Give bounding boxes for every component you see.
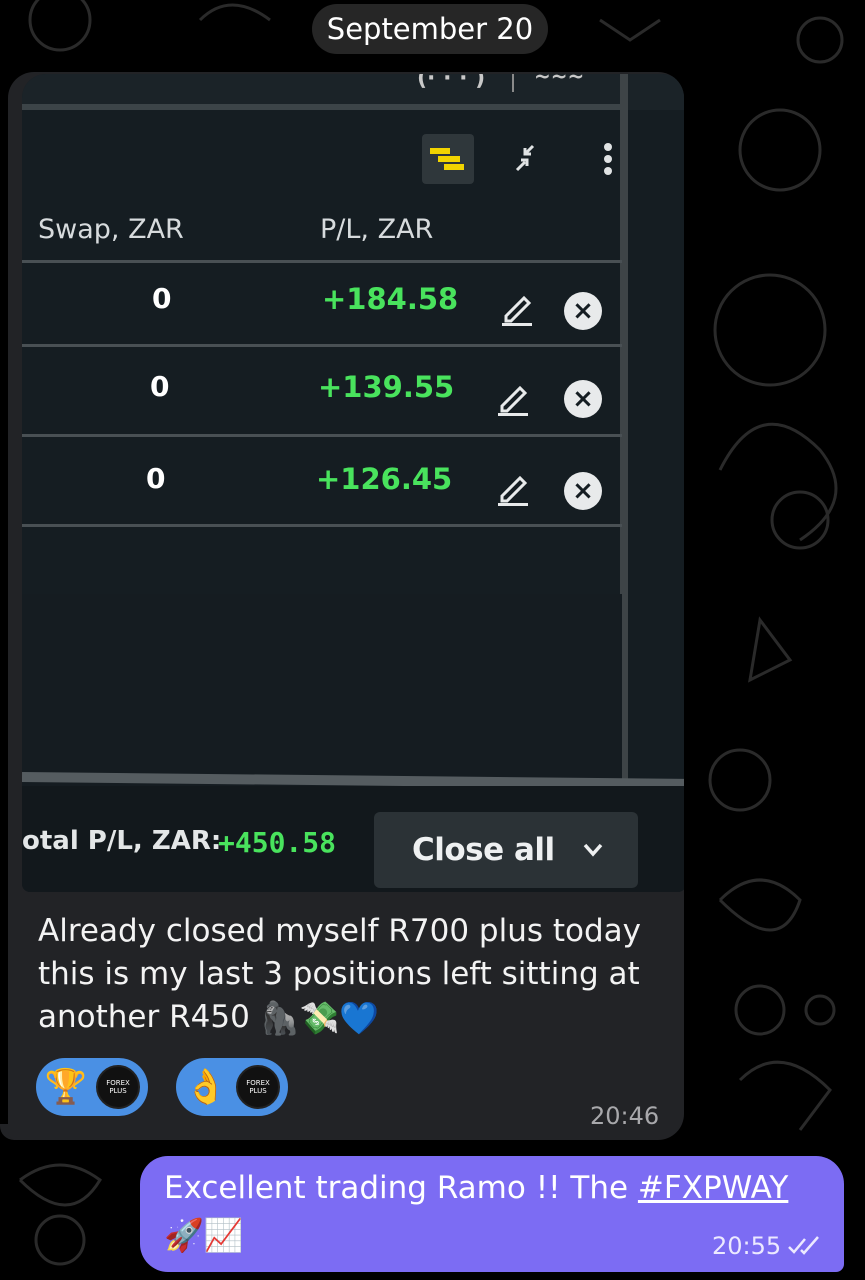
position-pl: +139.55 — [318, 370, 455, 404]
date-separator: September 20 — [312, 4, 548, 54]
column-header-swap: Swap, ZAR — [38, 214, 184, 245]
outgoing-message-text: Excellent trading Ramo !! The #FXPWAY — [164, 1170, 788, 1206]
position-swap: 0 — [152, 282, 172, 315]
money-wings-emoji: 💸 — [299, 999, 340, 1037]
chevron-down-icon — [583, 843, 602, 857]
reaction-ok-hand[interactable]: 👌 FOREX PLUS — [176, 1058, 288, 1116]
double-check-icon — [788, 1236, 820, 1255]
collapse-arrows-icon[interactable] — [502, 134, 554, 184]
message-emojis: 🦍 💸 💙 — [260, 997, 380, 1040]
message-time: 20:55 — [712, 1232, 782, 1260]
row-divider — [22, 260, 622, 263]
close-all-label: Close all — [412, 832, 555, 868]
row-divider — [22, 524, 622, 527]
blue-heart-emoji: 💙 — [339, 999, 380, 1037]
trophy-emoji: 🏆 — [44, 1067, 88, 1107]
divider — [512, 74, 514, 92]
panel-border — [22, 104, 622, 110]
outgoing-emojis: 🚀📈 — [164, 1216, 244, 1254]
trading-screenshot-photo[interactable]: (· · · ) ~~~ Swap, ZAR P/L, ZAR 0 +184.5… — [22, 74, 684, 892]
cropped-text-fragment: ~~~ — [534, 74, 585, 88]
row-divider — [22, 434, 622, 437]
positions-toolbar — [422, 134, 634, 184]
close-position-icon[interactable]: × — [564, 472, 602, 510]
position-swap: 0 — [150, 370, 170, 403]
close-all-button[interactable]: Close all — [374, 812, 638, 888]
reaction-trophy[interactable]: 🏆 FOREX PLUS — [36, 1058, 148, 1116]
close-position-icon[interactable]: × — [564, 292, 602, 330]
total-pl-label: otal P/L, ZAR: — [22, 826, 222, 856]
hashtag-link[interactable]: #FXPWAY — [638, 1170, 788, 1206]
ok-hand-emoji: 👌 — [184, 1067, 228, 1107]
avatar: FOREX PLUS — [96, 1065, 140, 1109]
avatar: FOREX PLUS — [236, 1065, 280, 1109]
cropped-text-fragment: (· · · ) — [417, 74, 486, 91]
position-pl: +126.45 — [316, 462, 453, 496]
outgoing-body: Excellent trading Ramo !! The — [164, 1170, 638, 1206]
message-time: 20:46 — [590, 1102, 660, 1130]
close-position-icon[interactable]: × — [564, 380, 602, 418]
column-header-pl: P/L, ZAR — [320, 214, 434, 245]
stack-icon[interactable] — [422, 134, 474, 184]
edit-pencil-icon[interactable] — [496, 286, 538, 328]
position-pl: +184.58 — [322, 282, 459, 316]
total-pl-value: +450.58 — [218, 826, 337, 859]
row-divider — [22, 344, 622, 347]
incoming-message-bubble[interactable]: (· · · ) ~~~ Swap, ZAR P/L, ZAR 0 +184.5… — [8, 72, 684, 1140]
outgoing-meta: 20:55 — [712, 1232, 821, 1260]
edit-pencil-icon[interactable] — [492, 466, 534, 508]
position-swap: 0 — [146, 462, 166, 495]
outgoing-message-bubble[interactable]: Excellent trading Ramo !! The #FXPWAY 🚀📈… — [140, 1156, 844, 1272]
more-vertical-icon[interactable] — [582, 134, 634, 184]
edit-pencil-icon[interactable] — [492, 376, 534, 418]
gorilla-emoji: 🦍 — [259, 999, 300, 1037]
message-text: Already closed myself R700 plus today th… — [38, 910, 678, 1040]
